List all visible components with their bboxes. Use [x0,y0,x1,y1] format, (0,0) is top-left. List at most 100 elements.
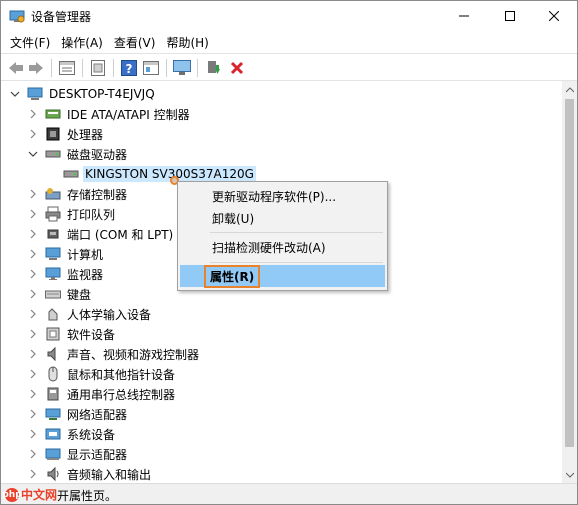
ctx-update-driver[interactable]: 更新驱动程序软件(P)... [180,185,385,207]
expand-chevron-icon[interactable] [27,104,39,124]
tree-item-ports[interactable]: 端口 (COM 和 LPT) [27,224,175,244]
ctx-uninstall[interactable]: 卸载(U) [180,207,385,229]
expand-chevron-icon[interactable] [27,124,39,144]
expand-chevron-icon[interactable] [27,464,39,483]
tree-item-mice[interactable]: 鼠标和其他指针设备 [27,364,177,384]
speaker-icon [45,346,61,362]
tree-item-storage-controllers[interactable]: 存储控制器 [27,184,129,204]
view-list-icon [143,61,159,75]
vertical-scrollbar[interactable] [562,81,577,483]
toolbar-separator [197,59,198,77]
tree-item-label: 键盘 [67,287,92,302]
title-bar[interactable]: 设备管理器 [1,1,577,31]
ctx-scan-hardware[interactable]: 扫描检测硬件改动(A) [180,236,385,258]
back-arrow-icon [9,62,23,74]
monitor-icon [45,266,61,282]
update-driver-button[interactable] [204,59,222,77]
close-button[interactable] [531,1,577,31]
expand-chevron-icon[interactable] [27,204,39,224]
ctx-properties[interactable]: 属性(R) [180,264,385,288]
tree-item-network[interactable]: 网络适配器 [27,404,129,424]
update-driver-icon [208,61,220,74]
tree-item-label: 监视器 [67,267,104,282]
properties-sheet-icon [59,61,75,75]
tree-item-monitors[interactable]: 监视器 [27,264,105,284]
tree-item-label: 通用串行总线控制器 [67,387,176,402]
scroll-down-arrow-icon[interactable] [562,466,577,483]
tree-item-software-devices[interactable]: 软件设备 [27,324,117,344]
expand-chevron-icon[interactable] [27,384,39,404]
scan-monitor-icon [173,60,191,75]
tree-item-ide-ata[interactable]: IDE ATA/ATAPI 控制器 [27,104,192,124]
svg-text:?: ? [126,62,133,76]
toolbar: ? [1,53,577,81]
watermark-text: 中文网 [21,488,58,502]
tree-item-audio-io[interactable]: 音频输入和输出 [27,464,153,483]
computer-icon [45,246,61,262]
tree-item-hid[interactable]: 人体学输入设备 [27,304,153,324]
tree-item-label: 音频输入和输出 [67,467,152,482]
back-button[interactable] [7,59,25,77]
maximize-button[interactable] [487,1,533,31]
expand-chevron-icon[interactable] [27,264,39,284]
hid-icon [45,306,61,322]
php-badge-icon: php [2,487,22,502]
expand-chevron-icon[interactable] [27,224,39,244]
expand-chevron-icon[interactable] [27,304,39,324]
tree-item-label: 系统设备 [67,427,116,442]
properties-button[interactable] [89,59,107,77]
tree-item-computer[interactable]: 计算机 [27,244,105,264]
network-adapter-icon [45,406,61,422]
port-icon [45,226,61,242]
forward-arrow-icon [29,62,43,74]
menu-action[interactable]: 操作(A) [56,31,109,53]
menu-file[interactable]: 文件(F) [5,31,56,53]
tree-item-disk-drives[interactable]: 磁盘驱动器 [27,144,129,164]
printer-icon [45,206,61,222]
processor-icon [45,126,61,142]
tree-item-usb[interactable]: 通用串行总线控制器 [27,384,177,404]
uninstall-button[interactable] [228,59,246,77]
maximize-icon [505,11,515,21]
view-button[interactable] [142,59,160,77]
expand-chevron-icon[interactable] [27,444,39,464]
collapse-chevron-icon[interactable] [27,144,39,164]
tree-root[interactable]: DESKTOP-T4EJVJQ [9,84,157,104]
collapse-chevron-icon[interactable] [9,84,21,104]
expand-chevron-icon[interactable] [27,364,39,384]
tree-item-print-queues[interactable]: 打印队列 [27,204,117,224]
tree-item-label: 处理器 [67,127,104,142]
tree-item-processors[interactable]: 处理器 [27,124,105,144]
tree-item-display-adapters[interactable]: 显示适配器 [27,444,129,464]
uninstall-x-icon [230,61,244,75]
watermark-logo: php 中文网 [2,486,58,503]
expand-chevron-icon[interactable] [27,184,39,204]
tree-item-audio-video[interactable]: 声音、视频和游戏控制器 [27,344,201,364]
storage-controller-icon [45,186,61,202]
expand-chevron-icon[interactable] [27,284,39,304]
device-manager-icon [9,8,25,24]
menu-view[interactable]: 查看(V) [109,31,162,53]
window-title: 设备管理器 [31,10,92,24]
computer-icon [27,86,43,102]
help-button[interactable]: ? [120,59,138,77]
expand-chevron-icon[interactable] [27,324,39,344]
expand-chevron-icon[interactable] [27,424,39,444]
forward-button[interactable] [27,59,45,77]
expand-chevron-icon[interactable] [27,344,39,364]
tree-item-keyboards[interactable]: 键盘 [27,284,93,304]
expand-chevron-icon[interactable] [27,244,39,264]
scrollbar-thumb[interactable] [565,99,574,447]
tree-item-label: IDE ATA/ATAPI 控制器 [67,107,190,122]
tree-item-system-devices[interactable]: 系统设备 [27,424,117,444]
menu-help[interactable]: 帮助(H) [161,31,214,53]
tree-item-label: 显示适配器 [67,447,128,462]
scan-hardware-button[interactable] [173,59,191,77]
minimize-button[interactable] [441,1,487,31]
show-hide-tree-button[interactable] [58,59,76,77]
ctx-properties-label: 属性(R) [204,264,261,288]
scroll-up-arrow-icon[interactable] [562,81,577,98]
system-device-icon [45,426,61,442]
expand-chevron-icon[interactable] [27,404,39,424]
tree-item-label: 声音、视频和游戏控制器 [67,347,200,362]
